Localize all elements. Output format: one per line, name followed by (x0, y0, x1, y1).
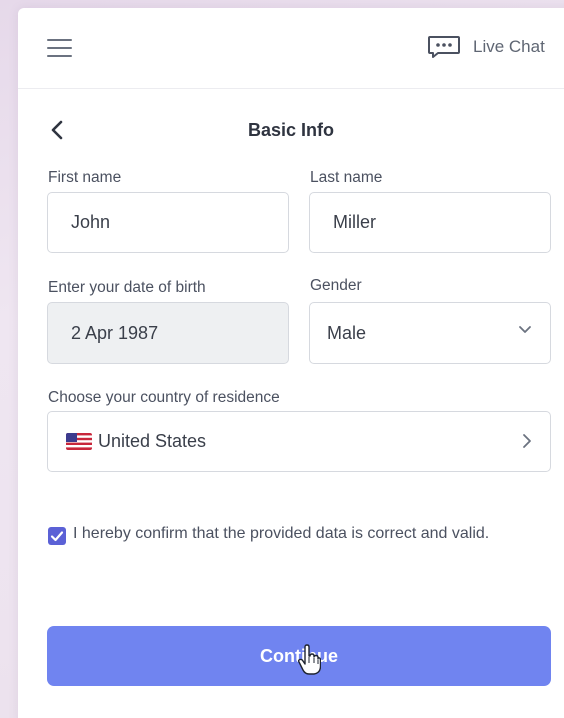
hand-cursor-icon (297, 644, 321, 675)
live-chat-button[interactable]: Live Chat (427, 35, 545, 59)
checkmark-icon (50, 531, 64, 542)
basic-info-card: Live Chat Basic Info First name John Las… (18, 8, 564, 718)
page-title: Basic Info (247, 120, 335, 140)
country-value: United States (98, 431, 207, 451)
date-of-birth-label: Enter your date of birth (48, 279, 206, 296)
top-bar: Live Chat (18, 8, 564, 89)
confirm-text: I hereby confirm that the provided data … (73, 525, 490, 542)
date-of-birth-value: 2 Apr 1987 (71, 322, 159, 343)
date-of-birth-field[interactable]: 2 Apr 1987 (47, 302, 289, 364)
us-flag-icon (66, 433, 92, 450)
country-label: Choose your country of residence (48, 389, 280, 406)
first-name-label: First name (48, 169, 122, 186)
last-name-label: Last name (310, 169, 383, 186)
first-name-value: John (71, 212, 111, 232)
country-select[interactable]: United States (47, 411, 551, 472)
chevron-right-icon (523, 434, 531, 448)
last-name-field[interactable]: Miller (309, 192, 551, 253)
chevron-down-icon (519, 326, 531, 333)
first-name-field[interactable]: John (47, 192, 289, 253)
gender-label: Gender (310, 277, 362, 294)
gender-value: Male (327, 322, 367, 343)
confirm-checkbox[interactable] (48, 527, 66, 545)
gender-select[interactable]: Male (309, 302, 551, 364)
live-chat-label: Live Chat (473, 37, 545, 56)
hamburger-menu-icon[interactable] (47, 38, 72, 58)
chat-bubble-icon (428, 36, 460, 58)
last-name-value: Miller (333, 212, 376, 232)
